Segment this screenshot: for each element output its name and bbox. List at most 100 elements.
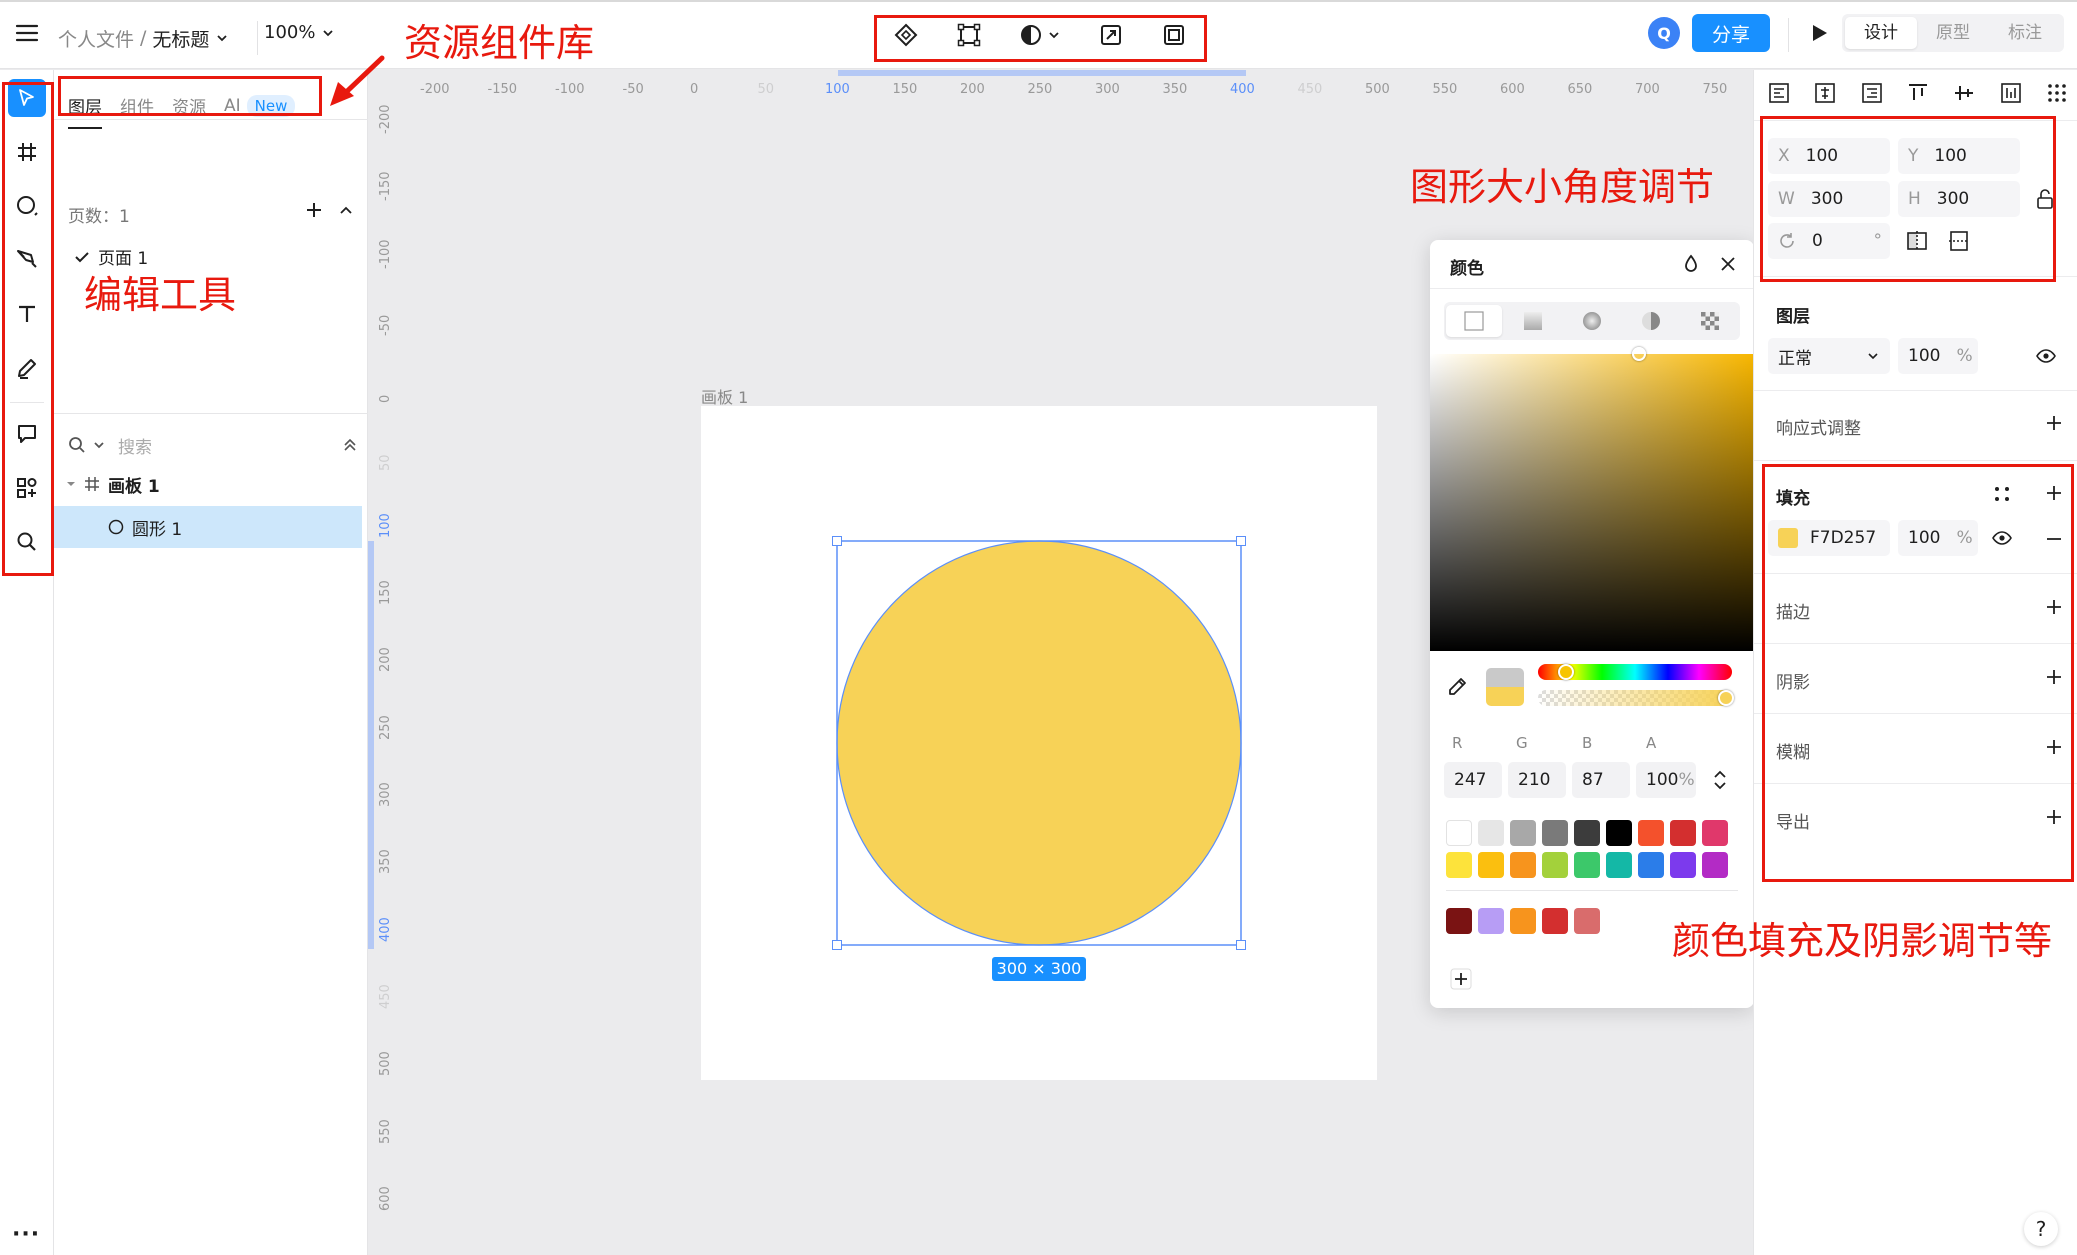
chevron-up-icon[interactable] [338,202,354,218]
alpha-slider-knob[interactable] [1718,690,1734,706]
tab-prototype[interactable]: 原型 [1917,17,1989,49]
align-left-icon[interactable] [1768,82,1790,104]
color-swatch[interactable] [1574,820,1600,846]
b-input[interactable]: 87 [1572,762,1630,798]
ruler-tick-label: 350 [1162,82,1188,97]
add-responsive-icon[interactable] [2045,414,2063,432]
circle-icon [108,519,124,535]
align-center-v-icon[interactable] [1953,82,1975,104]
tab-design[interactable]: 设计 [1845,17,1917,49]
solid-fill-option[interactable] [1445,305,1502,337]
align-top-icon[interactable] [1907,82,1929,104]
color-swatch[interactable] [1542,852,1568,878]
align-bottom-icon[interactable] [2000,82,2022,104]
color-swatch[interactable] [1510,820,1536,846]
radial-gradient-option[interactable] [1564,305,1620,337]
share-button[interactable]: 分享 [1692,14,1770,52]
file-name[interactable]: 无标题 [152,25,209,52]
r-label: R [1452,734,1463,752]
eyedropper-icon[interactable] [1446,676,1468,698]
color-swatch[interactable] [1510,852,1536,878]
color-swatch[interactable] [1574,852,1600,878]
align-center-h-icon[interactable] [1814,82,1836,104]
a-label: A [1646,734,1657,752]
color-picker-title: 颜色 [1450,259,1484,279]
recent-color-swatch[interactable] [1542,908,1568,934]
color-swatch[interactable] [1542,820,1568,846]
recent-color-swatch[interactable] [1478,908,1504,934]
divider [1754,460,2077,461]
droplet-icon[interactable] [1682,254,1700,274]
color-swatch[interactable] [1638,852,1664,878]
color-swatch[interactable] [1670,820,1696,846]
avatar[interactable]: Q [1648,17,1680,49]
divider [1754,390,2077,391]
divider [54,119,368,120]
align-right-icon[interactable] [1861,82,1883,104]
help-button[interactable]: ? [2024,1212,2058,1246]
responsive-section-title: 响应式调整 [1776,419,1861,439]
angular-gradient-option[interactable] [1623,305,1679,337]
alpha-slider[interactable] [1538,690,1732,706]
updown-icon[interactable] [1712,770,1728,790]
hue-slider-knob[interactable] [1558,664,1574,680]
color-swatch[interactable] [1478,820,1504,846]
recent-color-swatch[interactable] [1446,908,1472,934]
more-icon[interactable]: ··· [12,1222,40,1247]
play-icon[interactable] [1808,22,1830,44]
recent-color-swatch[interactable] [1510,908,1536,934]
color-swatch[interactable] [1638,820,1664,846]
linear-gradient-option[interactable] [1505,305,1561,337]
distribute-icon[interactable] [2046,82,2068,104]
color-swatch[interactable] [1702,820,1728,846]
color-swatch[interactable] [1446,820,1472,846]
color-swatch[interactable] [1606,852,1632,878]
close-icon[interactable] [1720,256,1736,272]
vertical-ruler: -200 -150 -100 -50 0 50 100 150 200 250 300 350 400 4… [368,104,402,1255]
breadcrumb-root[interactable]: 个人文件 [58,25,134,52]
g-input[interactable]: 210 [1508,762,1566,798]
sv-picker-knob[interactable] [1632,347,1646,361]
ruler-tick-label: -150 [487,82,518,97]
ruler-tick-label: 100 [378,512,393,538]
color-swatch[interactable] [1670,852,1696,878]
annotation-box-fill [1762,464,2074,882]
resize-handle[interactable] [832,940,842,950]
color-swatch[interactable] [1702,852,1728,878]
annotation-fill-shadow: 颜色填充及阴影调节等 [1672,919,2053,963]
layer-opacity-field[interactable]: 100 % [1898,338,1978,374]
blend-mode-select[interactable]: 正常 [1768,338,1890,374]
tab-annotate[interactable]: 标注 [1989,17,2061,49]
menu-icon[interactable] [14,20,40,46]
recent-color-swatch[interactable] [1574,908,1600,934]
ruler-selection [368,541,374,949]
tree-item-artboard[interactable] [54,414,362,456]
color-swatch[interactable] [1478,852,1504,878]
tree-item-shape[interactable]: 圆形 1 [54,506,362,548]
resize-handle[interactable] [832,536,842,546]
check-icon [75,251,89,262]
image-fill-option[interactable] [1682,305,1738,337]
ruler-tick-label: 50 [757,82,775,97]
r-input[interactable]: 247 [1444,762,1502,798]
hash-icon [85,477,99,491]
ruler-tick-label: -150 [378,171,393,202]
color-swatch[interactable] [1446,852,1472,878]
saturation-value-area[interactable] [1430,354,1754,651]
circle-shape[interactable] [836,540,1242,946]
resize-handle[interactable] [1236,940,1246,950]
zoom-select[interactable]: 100% [264,22,335,43]
eye-icon[interactable] [2036,348,2056,364]
resize-handle[interactable] [1236,536,1246,546]
ruler-tick-label: 0 [378,394,393,404]
color-swatch[interactable] [1606,820,1632,846]
artboard-label[interactable]: 画板 1 [701,384,748,408]
ruler-tick-label: 650 [1567,82,1593,97]
a-input[interactable]: 100% [1636,762,1696,798]
divider [1788,18,1789,52]
tree-item-artboard[interactable]: 画板 1 [54,463,362,505]
add-page-icon[interactable] [304,200,324,220]
chevron-down-icon[interactable] [215,31,229,45]
caret-down-icon[interactable] [66,479,76,489]
add-swatch-icon[interactable] [1450,968,1472,990]
